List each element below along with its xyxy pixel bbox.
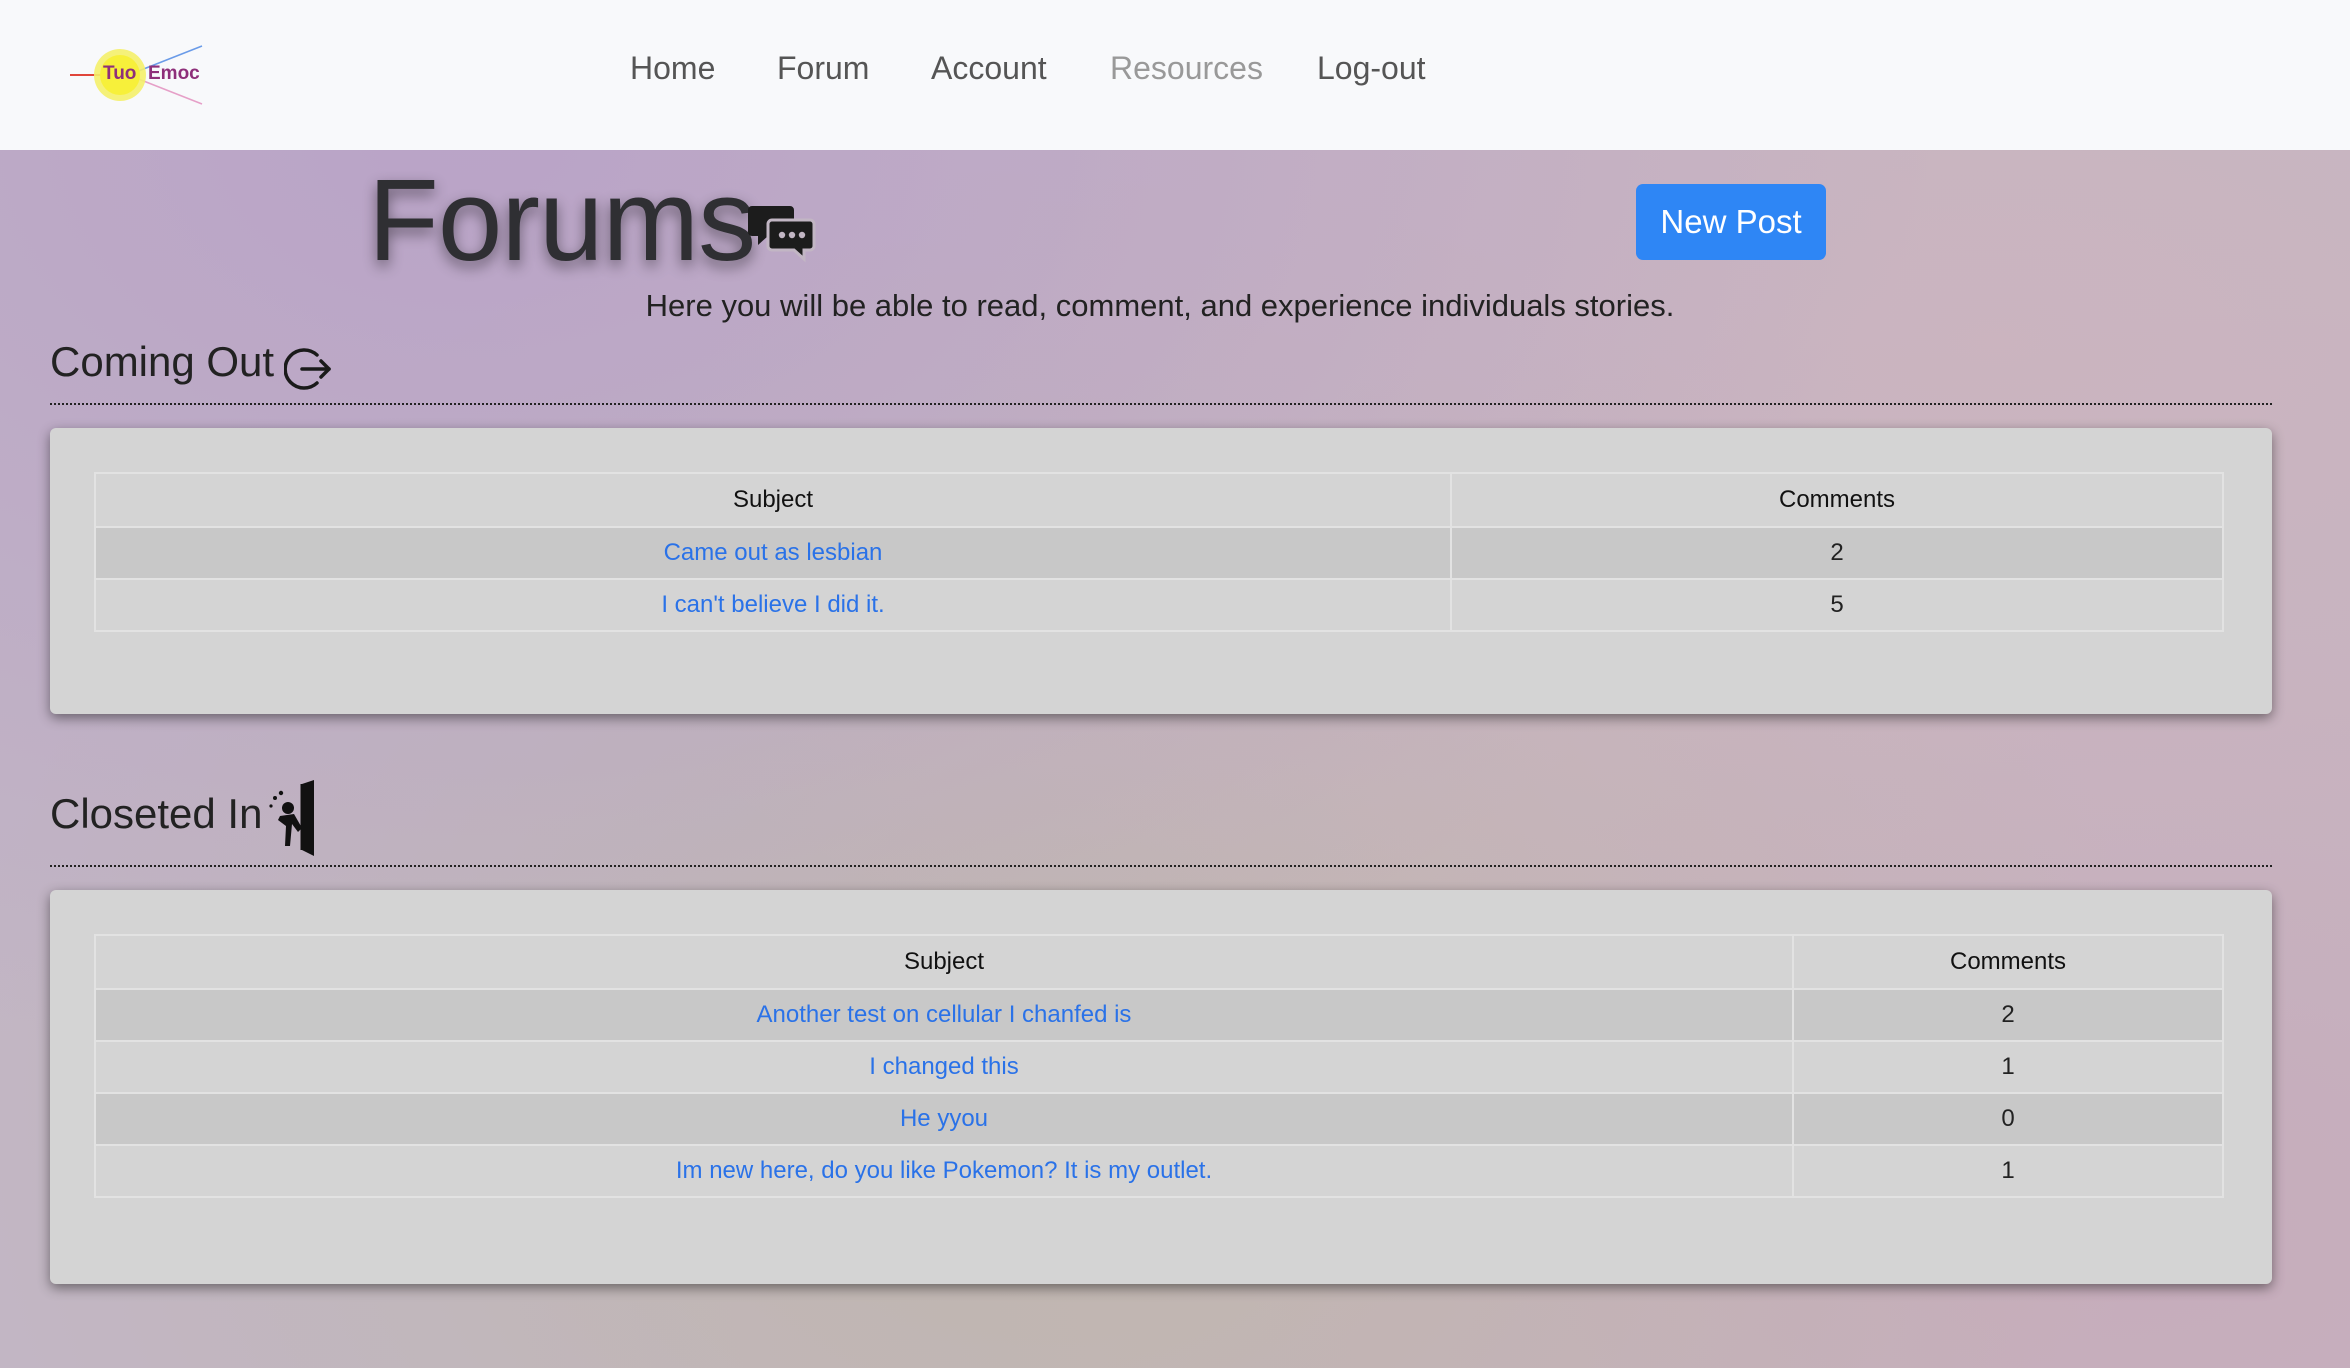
section-title-coming-out: Coming Out [50,338,275,385]
comment-count: 1 [1792,1040,2224,1094]
coming-out-table: Subject Comments Came out as lesbian 2 I… [94,472,2224,632]
table-row: Another test on cellular I chanfed is 2 [94,988,2224,1042]
comment-count: 2 [1450,526,2224,580]
column-header-comments: Comments [1450,472,2224,528]
new-post-button[interactable]: New Post [1636,184,1826,260]
nav-home-link[interactable]: Home [630,50,715,87]
comment-count: 2 [1792,988,2224,1042]
table-row: Im new here, do you like Pokemon? It is … [94,1144,2224,1198]
table-row: He yyou 0 [94,1092,2224,1146]
comment-count: 1 [1792,1144,2224,1198]
column-header-subject: Subject [94,934,1794,990]
post-subject-link[interactable]: I changed this [94,1040,1794,1094]
table-row: Came out as lesbian 2 [94,526,2224,580]
comment-count: 5 [1450,578,2224,632]
section-divider [50,865,2272,867]
post-subject-link[interactable]: Came out as lesbian [94,526,1452,580]
coming-out-card: Subject Comments Came out as lesbian 2 I… [50,428,2272,714]
page-subtitle: Here you will be able to read, comment, … [645,288,1675,323]
nav-account-link[interactable]: Account [931,50,1047,87]
post-subject-link[interactable]: I can't believe I did it. [94,578,1452,632]
nav-forum-link[interactable]: Forum [777,50,869,87]
section-title-closeted-in: Closeted In [50,790,263,837]
post-subject-link[interactable]: Another test on cellular I chanfed is [94,988,1794,1042]
navbar: Tuo Emoc Home Forum Account Resources Lo… [0,0,2350,150]
logo-text-left: Tuo [103,63,137,84]
nav-logout-link[interactable]: Log-out [1317,50,1426,87]
nav-resources-link[interactable]: Resources [1110,50,1263,87]
post-subject-link[interactable]: Im new here, do you like Pokemon? It is … [94,1144,1794,1198]
closeted-in-card: Subject Comments Another test on cellula… [50,890,2272,1284]
section-divider [50,403,2272,405]
logout-arrow-icon [284,348,331,390]
post-subject-link[interactable]: He yyou [94,1092,1794,1146]
chat-bubbles-icon [748,206,816,263]
column-header-subject: Subject [94,472,1452,528]
comment-count: 0 [1792,1092,2224,1146]
page-title: Forums [368,155,756,285]
column-header-comments: Comments [1792,934,2224,990]
table-row: I changed this 1 [94,1040,2224,1094]
table-row: I can't believe I did it. 5 [94,578,2224,632]
table-header-row: Subject Comments [94,934,2224,990]
closeted-in-table: Subject Comments Another test on cellula… [94,934,2224,1198]
table-header-row: Subject Comments [94,472,2224,528]
closet-door-icon [269,780,314,856]
logo-text-right: Emoc [148,63,200,84]
